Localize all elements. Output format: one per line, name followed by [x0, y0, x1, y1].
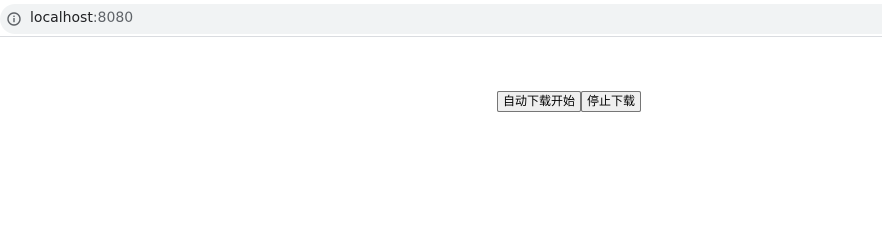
- url-host: localhost: [30, 10, 93, 26]
- url-port: :8080: [92, 10, 134, 26]
- stop-download-button[interactable]: 停止下载: [581, 91, 642, 112]
- download-controls: 自动下载开始 停止下载: [497, 91, 642, 112]
- url-text[interactable]: localhost:8080: [30, 4, 133, 34]
- start-auto-download-button[interactable]: 自动下载开始: [497, 91, 582, 112]
- toolbar-divider: [0, 36, 882, 37]
- address-bar[interactable]: localhost:8080: [0, 4, 882, 34]
- info-icon[interactable]: [7, 11, 21, 26]
